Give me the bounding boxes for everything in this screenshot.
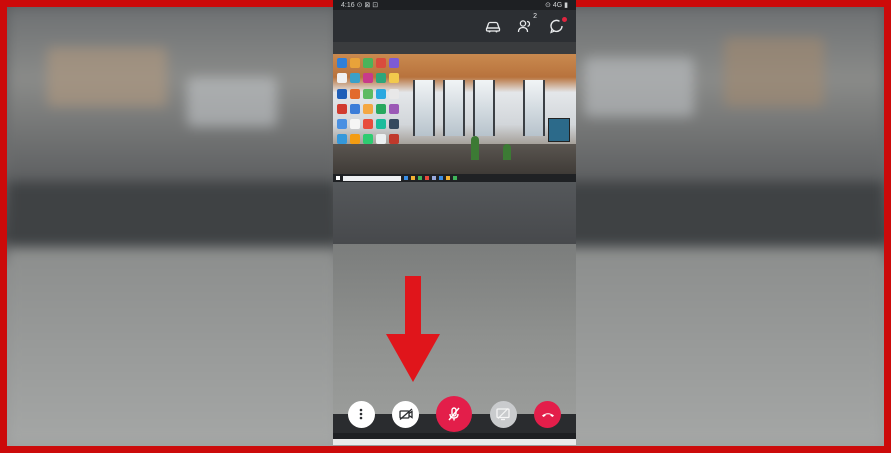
participants-icon[interactable]: 2 (516, 13, 537, 35)
camera-off-icon (398, 408, 413, 420)
mute-button[interactable] (436, 396, 473, 432)
more-options-button[interactable] (347, 400, 375, 428)
camera-video-wall (333, 182, 576, 244)
windows-taskbar (333, 174, 576, 182)
participants-count: 2 (533, 13, 537, 20)
mic-muted-icon (448, 407, 461, 421)
unread-badge (562, 17, 567, 22)
status-left: 4:16 ⊙ ⊠ ⊡ (341, 2, 379, 9)
call-controls (333, 395, 576, 433)
car-icon[interactable] (484, 17, 502, 35)
phone-screen: 4:16 ⊙ ⊠ ⊡ ⊙ 4G ▮ 2 (333, 0, 576, 445)
status-bar: 4:16 ⊙ ⊠ ⊡ ⊙ 4G ▮ (333, 0, 576, 10)
red-arrow-annotation (386, 276, 440, 382)
blurred-background-right (554, 7, 884, 446)
hang-up-icon (541, 413, 554, 417)
status-right: ⊙ 4G ▮ (545, 2, 568, 9)
camera-video-floor (333, 244, 576, 414)
share-screen-icon (496, 408, 511, 421)
call-top-bar: 2 (333, 10, 576, 42)
more-icon (359, 408, 363, 420)
taskbar-search (343, 175, 401, 181)
chat-icon[interactable] (548, 17, 567, 35)
camera-toggle-button[interactable] (392, 400, 420, 428)
shared-screen-view (333, 54, 576, 182)
hang-up-button[interactable] (534, 400, 562, 428)
blurred-background-left (7, 7, 337, 446)
share-screen-button[interactable] (489, 400, 517, 428)
